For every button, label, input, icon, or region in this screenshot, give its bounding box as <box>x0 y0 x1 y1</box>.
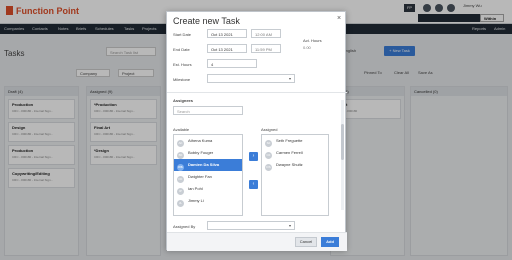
list-item-name: Athena Kuma <box>188 138 213 143</box>
cancel-button[interactable]: Cancel <box>295 237 317 247</box>
modal-title: Create new Task <box>173 16 240 26</box>
list-item[interactable]: SF Seth Freguette <box>262 135 328 147</box>
list-item[interactable]: IP Ian Pohl <box>174 183 242 195</box>
modal-scrollbar[interactable] <box>341 100 344 210</box>
avatar: DS <box>265 164 272 171</box>
avatar: JL <box>177 200 184 207</box>
milestone-label: Milestone <box>173 77 191 82</box>
end-date-label: End Date <box>173 47 190 52</box>
assignees-label: Assignees <box>173 98 194 103</box>
divider <box>167 92 347 93</box>
assignee-search-input[interactable]: Search <box>173 106 243 115</box>
list-item[interactable]: CF Carmen Ferrell <box>262 147 328 159</box>
list-item-name: Bobby Fouger <box>188 150 214 155</box>
list-item[interactable]: AK Athena Kuma <box>174 135 242 147</box>
avatar: SF <box>265 140 272 147</box>
start-date-input[interactable]: Oct 13 2021 <box>207 29 247 38</box>
list-item[interactable]: BF Bobby Fouger <box>174 147 242 159</box>
add-button[interactable]: Add <box>321 237 339 247</box>
scrollbar-thumb[interactable] <box>341 124 344 160</box>
list-item-name: Seth Freguette <box>276 138 303 143</box>
avatar: DF <box>177 176 184 183</box>
avatar: CF <box>265 152 272 159</box>
available-list: AK Athena Kuma BF Bobby Fouger DS Damien Da… <box>173 134 243 216</box>
start-date-label: Start Date <box>173 32 192 37</box>
assigned-label: Assigned <box>261 127 278 132</box>
close-icon[interactable]: × <box>335 15 343 23</box>
avatar: BF <box>177 152 184 159</box>
list-item-name: Dwayne Shultz <box>276 162 303 167</box>
modal-footer: Cancel Add <box>167 232 347 251</box>
avatar: AK <box>177 140 184 147</box>
act-hours-label: Act. Hours <box>303 38 322 43</box>
list-item-name: Damien Da Silva <box>188 162 220 167</box>
end-date-input[interactable]: Oct 13 2021 <box>207 44 247 53</box>
act-hours-value: 0.00 <box>303 45 311 50</box>
create-task-modal: Create new Task × Start Date Oct 13 2021… <box>166 11 347 251</box>
assigned-by-label: Assigned By <box>173 224 196 229</box>
list-item-name: Carmen Ferrell <box>276 150 303 155</box>
end-time-input[interactable]: 11:59 PM <box>251 44 281 53</box>
chevron-down-icon: ▾ <box>288 223 291 228</box>
start-time-input[interactable]: 12:00 AM <box>251 29 281 38</box>
list-item[interactable]: DS Dwayne Shultz <box>262 159 328 171</box>
avatar: IP <box>177 188 184 195</box>
est-hours-input[interactable]: 4 <box>207 59 257 68</box>
assigned-list: SF Seth Freguette CF Carmen Ferrell DS Dway… <box>261 134 329 216</box>
list-item-name: Ian Pohl <box>188 186 203 191</box>
list-item-name: Jimmy Li <box>188 198 204 203</box>
assigned-by-select[interactable]: ▾ <box>207 221 295 230</box>
milestone-select[interactable]: ▾ <box>207 74 295 83</box>
avatar: DS <box>177 164 184 171</box>
list-item[interactable]: DF Dwighter Fan <box>174 171 242 183</box>
arrow-left-icon[interactable]: ‹ <box>249 180 258 189</box>
chevron-down-icon: ▾ <box>288 76 291 81</box>
available-label: Available <box>173 127 190 132</box>
arrow-right-icon[interactable]: › <box>249 152 258 161</box>
list-item[interactable]: JL Jimmy Li <box>174 195 242 207</box>
list-item-selected[interactable]: DS Damien Da Silva <box>174 159 242 171</box>
list-item-name: Dwighter Fan <box>188 174 212 179</box>
est-hours-label: Est. Hours <box>173 62 192 67</box>
